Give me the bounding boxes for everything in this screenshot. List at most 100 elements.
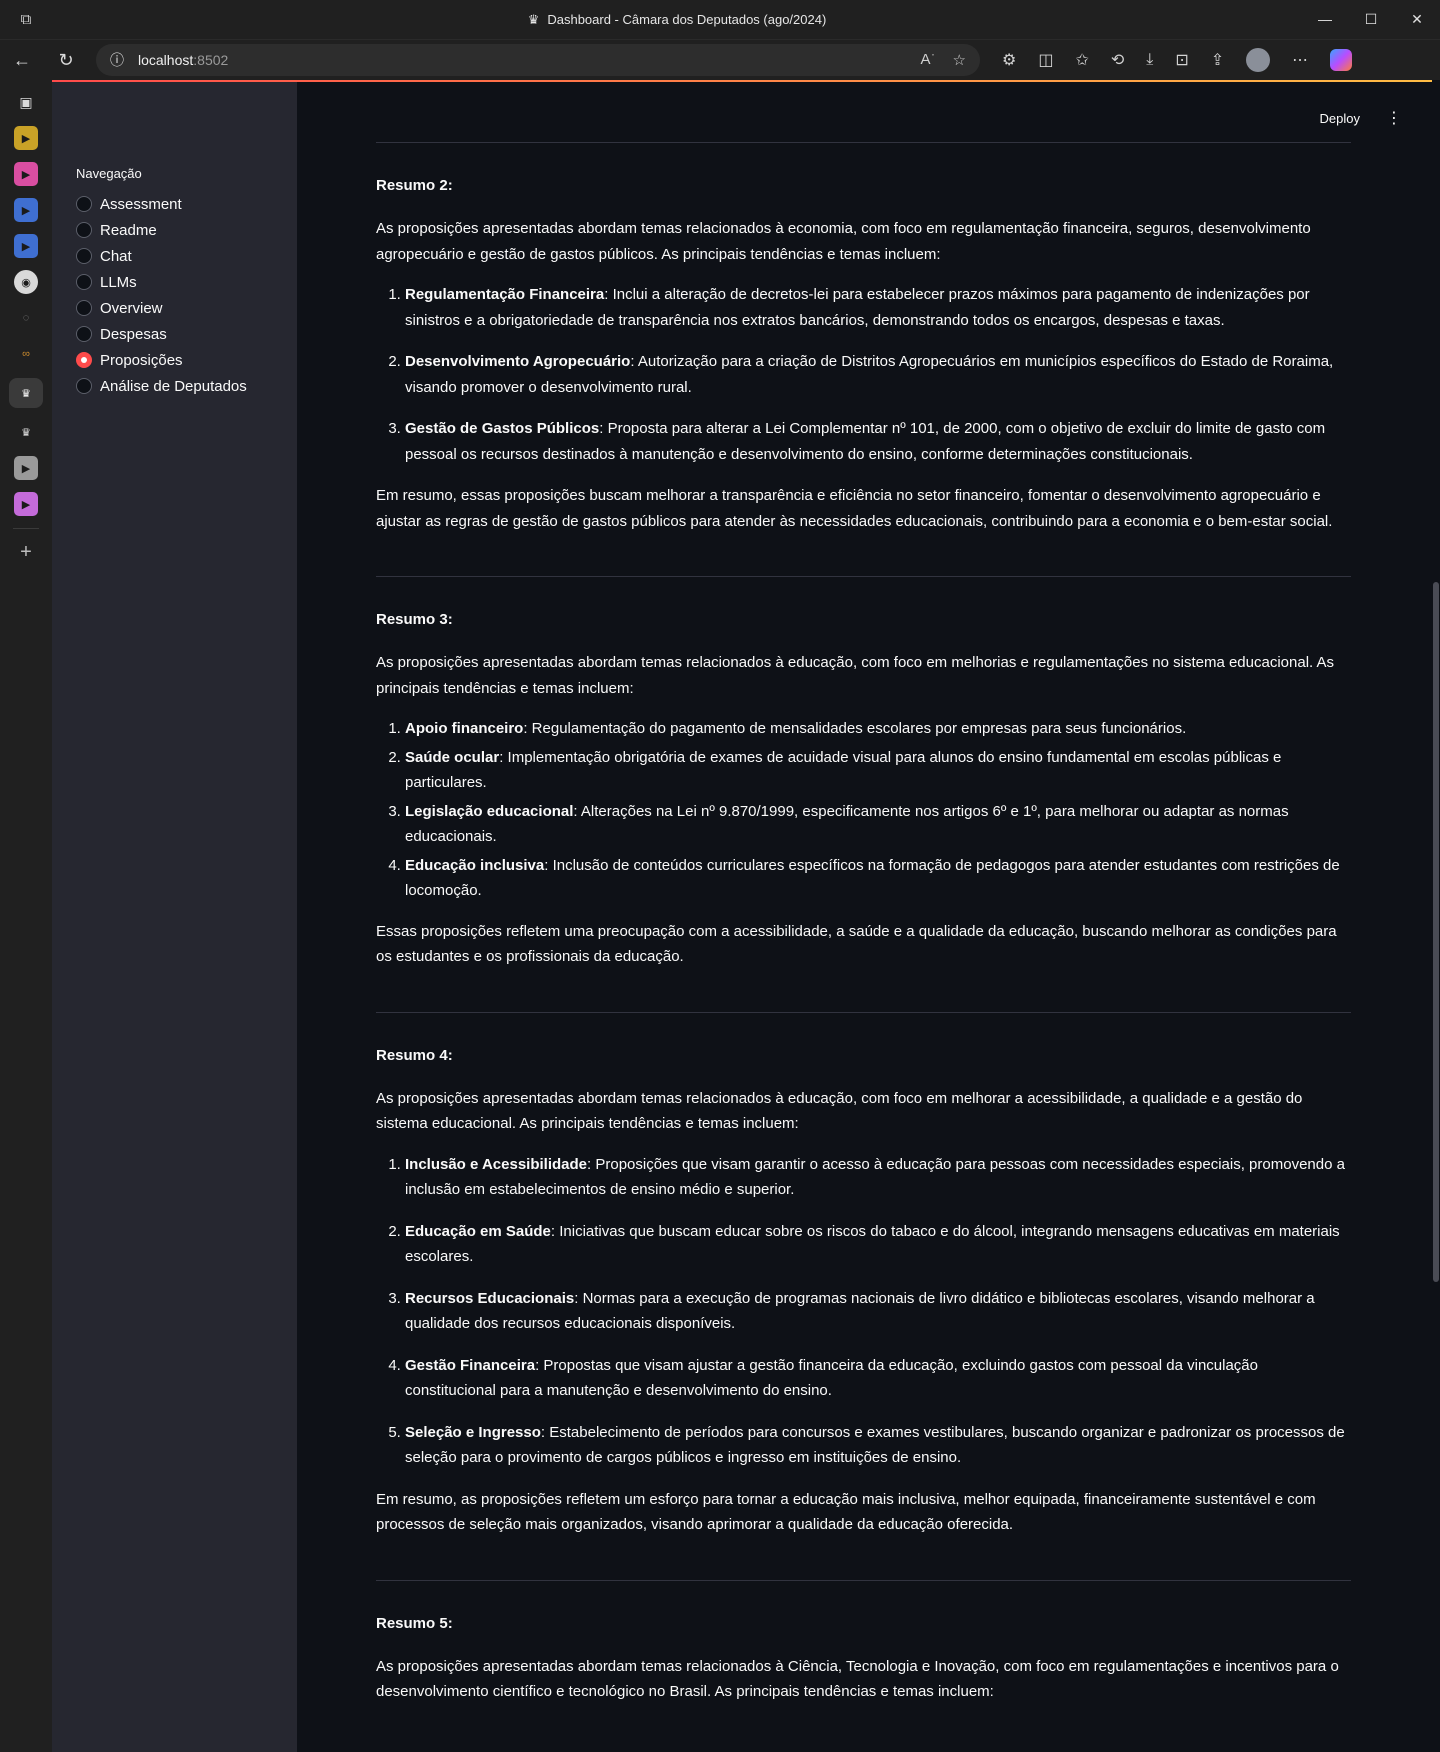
summary-section: Resumo 5: As proposições apresentadas ab… [376, 1581, 1351, 1747]
screenshot-icon[interactable]: ⊡ [1175, 50, 1188, 70]
summary-section: Resumo 3: As proposições apresentadas ab… [376, 577, 1351, 1012]
page-scrollbar[interactable] [1432, 82, 1440, 1752]
radio-circle-icon [76, 326, 92, 342]
list-item: Desenvolvimento Agropecuário: Autorizaçã… [405, 349, 1351, 400]
summary-intro: As proposições apresentadas abordam tema… [376, 1657, 1339, 1701]
list-item: Legislação educacional: Alterações na Le… [405, 799, 1351, 850]
deploy-button[interactable]: Deploy [1320, 111, 1360, 126]
summary-section: Resumo 4: As proposições apresentadas ab… [376, 1013, 1351, 1580]
item-term: Regulamentação Financeira [405, 286, 605, 303]
summary-title: Resumo 5: [376, 1614, 453, 1632]
tab-separator [13, 528, 39, 529]
sidebar: Navegação Assessment Readme Chat LLMs Ov… [52, 82, 297, 1752]
back-arrow-icon[interactable]: ← [0, 50, 44, 71]
nav-radio-despesas[interactable]: Despesas [76, 321, 297, 347]
tab-streamlit-icon[interactable]: ♛ [9, 378, 43, 408]
favorites-icon[interactable]: ✩ [1075, 50, 1088, 70]
tab-actions-icon[interactable]: ▣ [14, 90, 38, 114]
navigation-radio-group: Assessment Readme Chat LLMs Overview Des… [76, 191, 297, 399]
item-term: Inclusão e Acessibilidade [405, 1155, 588, 1173]
profile-avatar[interactable] [1246, 48, 1271, 72]
nav-radio-chat[interactable]: Chat [76, 243, 297, 269]
item-term: Apoio financeiro [405, 720, 524, 737]
summary-conclusion: Essas proposições refletem uma preocupaç… [376, 922, 1337, 966]
main-menu-icon[interactable]: ⋮ [1386, 108, 1402, 128]
history-icon[interactable]: ⟲ [1111, 50, 1124, 70]
item-text: : Estabelecimento de períodos para concu… [405, 1423, 1345, 1467]
new-tab-plus-icon[interactable]: + [20, 541, 32, 564]
item-term: Educação inclusiva [405, 856, 545, 874]
summary-title: Resumo 4: [376, 1046, 453, 1064]
nav-radio-label: Despesas [100, 325, 167, 343]
nav-radio-analise-deputados[interactable]: Análise de Deputados [76, 373, 297, 399]
summary-section: Resumo 2: As proposições apresentadas ab… [376, 143, 1351, 576]
tab-play-icon[interactable]: ▶ [14, 198, 38, 222]
nav-radio-label: Overview [100, 299, 163, 317]
info-icon[interactable]: ⓘ [110, 50, 124, 70]
radio-circle-icon [76, 378, 92, 394]
item-text: : Regulamentação do pagamento de mensali… [523, 720, 1187, 737]
nav-radio-overview[interactable]: Overview [76, 295, 297, 321]
main-content: Deploy ⋮ Resumo 2: As proposições aprese… [297, 82, 1432, 1752]
favorite-star-icon[interactable]: ☆ [953, 51, 966, 69]
item-text: : Implementação obrigatória de exames de… [405, 748, 1282, 792]
tab-play-icon[interactable]: ▶ [14, 162, 38, 186]
address-bar[interactable]: ⓘ localhost:8502 A͘ ☆ [96, 44, 980, 76]
item-term: Legislação educacional [405, 802, 574, 820]
share-icon[interactable]: ⇪ [1211, 50, 1224, 70]
nav-radio-label: Proposições [100, 351, 183, 369]
radio-circle-icon [76, 196, 92, 212]
nav-radio-llms[interactable]: LLMs [76, 269, 297, 295]
item-term: Seleção e Ingresso [405, 1423, 541, 1441]
radio-circle-icon [76, 274, 92, 290]
maximize-button[interactable]: ☐ [1348, 11, 1394, 28]
summary-list: Inclusão e Acessibilidade: Proposições q… [376, 1152, 1351, 1471]
nav-radio-label: Assessment [100, 195, 182, 213]
read-aloud-icon[interactable]: A͘ [921, 51, 931, 69]
more-options-icon[interactable]: ⋯ [1292, 50, 1308, 70]
close-button[interactable]: ✕ [1394, 11, 1440, 28]
summaries-container: Resumo 2: As proposições apresentadas ab… [376, 142, 1351, 1747]
extensions-icon[interactable]: ⚙ [1002, 50, 1016, 70]
tab-play-icon[interactable]: ▶ [14, 492, 38, 516]
window-title: ♛ Dashboard - Câmara dos Deputados (ago/… [52, 12, 1302, 28]
tab-play-icon[interactable]: ▶ [14, 234, 38, 258]
list-item: Gestão Financeira: Propostas que visam a… [405, 1353, 1351, 1404]
item-term: Saúde ocular [405, 748, 500, 766]
nav-radio-assessment[interactable]: Assessment [76, 191, 297, 217]
summary-conclusion: Em resumo, essas proposições buscam melh… [376, 487, 1333, 530]
list-item: Gestão de Gastos Públicos: Proposta para… [405, 416, 1351, 467]
url-port: :8502 [193, 52, 229, 68]
list-item: Apoio financeiro: Regulamentação do paga… [405, 716, 1351, 742]
tab-link-icon[interactable]: ∞ [14, 342, 38, 366]
nav-radio-proposicoes[interactable]: Proposições [76, 347, 297, 373]
radio-selected-icon [76, 352, 92, 368]
copilot-icon[interactable] [1330, 49, 1353, 71]
streamlit-toolbar: Deploy ⋮ [1320, 108, 1402, 128]
nav-radio-label: Readme [100, 221, 157, 239]
url-host: localhost [138, 52, 194, 68]
list-item: Saúde ocular: Implementação obrigatória … [405, 745, 1351, 796]
item-term: Gestão Financeira [405, 1356, 536, 1374]
tab-play-icon[interactable]: ▶ [14, 456, 38, 480]
nav-radio-label: LLMs [100, 273, 137, 291]
nav-radio-readme[interactable]: Readme [76, 217, 297, 243]
tab-chat-icon[interactable]: ◌ [14, 306, 38, 330]
vertical-tab-strip: ▣ ▶ ▶ ▶ ▶ ◉ ◌ ∞ ♛ ♛ ▶ ▶ + [0, 80, 52, 1752]
workspaces-icon[interactable]: ⧉ [0, 11, 52, 28]
list-item: Educação inclusiva: Inclusão de conteúdo… [405, 853, 1351, 904]
split-screen-icon[interactable]: ◫ [1038, 50, 1053, 70]
tab-streamlit-icon[interactable]: ♛ [14, 420, 38, 444]
streamlit-crown-icon: ♛ [527, 11, 540, 27]
summary-intro: As proposições apresentadas abordam tema… [376, 654, 1335, 697]
summary-list: Apoio financeiro: Regulamentação do paga… [376, 716, 1351, 904]
list-item: Recursos Educacionais: Normas para a exe… [405, 1286, 1351, 1337]
tab-globe-icon[interactable]: ◉ [14, 270, 38, 294]
list-item: Educação em Saúde: Iniciativas que busca… [405, 1219, 1351, 1270]
scrollbar-thumb[interactable] [1433, 582, 1439, 1282]
list-item: Seleção e Ingresso: Estabelecimento de p… [405, 1420, 1351, 1471]
downloads-icon[interactable]: ⤓ [1146, 51, 1153, 69]
refresh-icon[interactable]: ↻ [44, 50, 88, 71]
tab-play-icon[interactable]: ▶ [14, 126, 38, 150]
minimize-button[interactable]: — [1302, 11, 1348, 28]
